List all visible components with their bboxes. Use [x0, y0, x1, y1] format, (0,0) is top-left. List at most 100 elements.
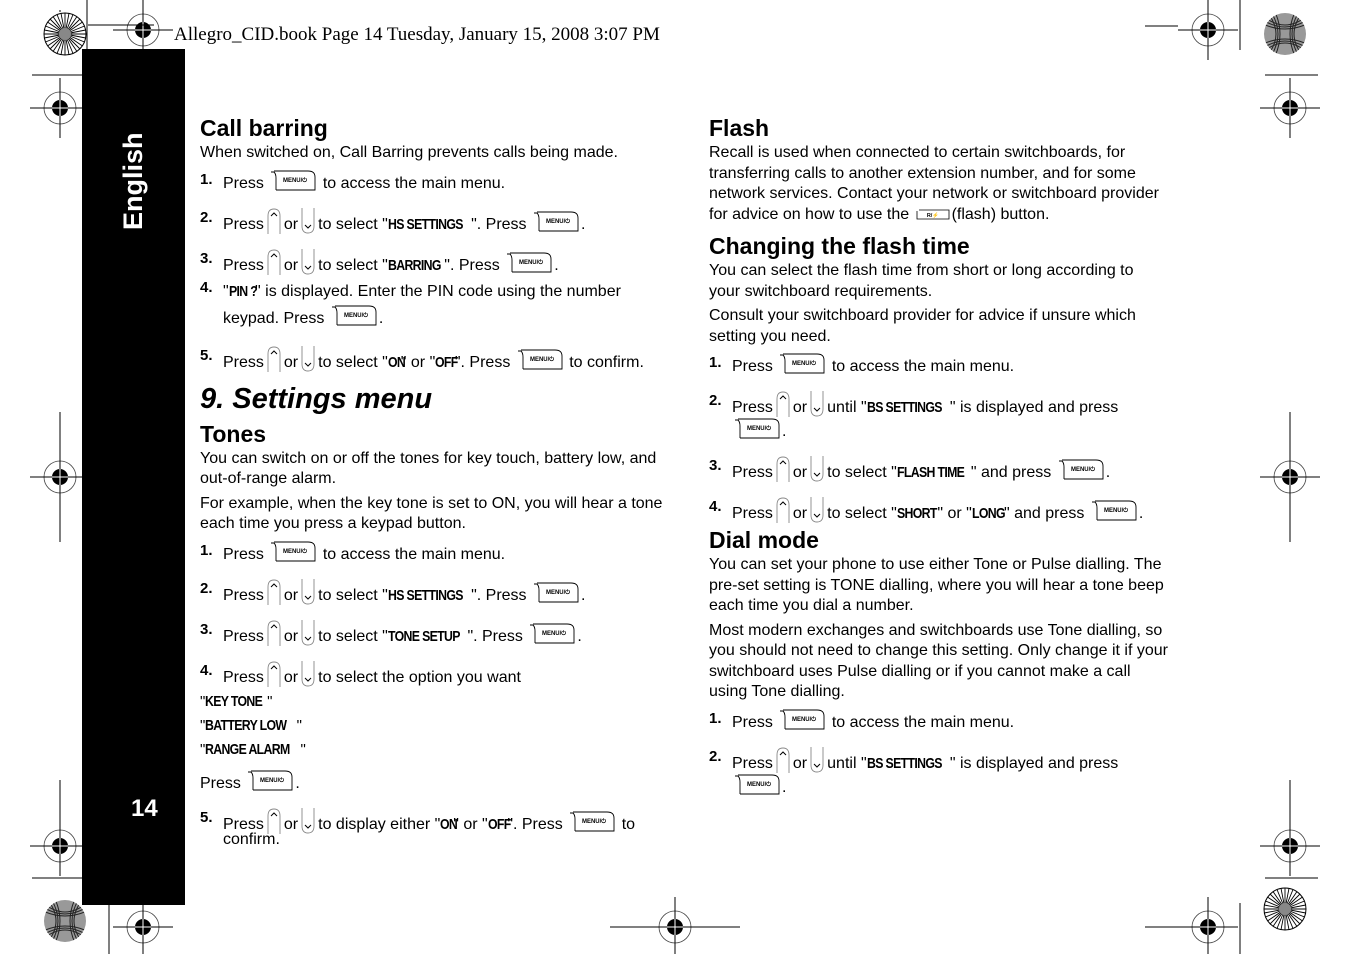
- up-arrow-key-icon: [266, 346, 282, 372]
- lcd-text: BARRING: [387, 256, 441, 274]
- menu-key-icon: [270, 541, 316, 562]
- call-barring-intro: When switched on, Call Barring prevents …: [200, 144, 618, 161]
- lcd-text: LONG: [971, 505, 1006, 522]
- menu-key-icon: [569, 811, 615, 832]
- menu-key-icon: [734, 418, 780, 439]
- step: 2. Press or to select "HS SETTINGS ". Press…: [200, 579, 586, 605]
- tone-options: "KEY TONE " "BATTERY LOW " "RANGE ALARM ": [200, 690, 670, 762]
- up-arrow-key-icon: [266, 620, 282, 646]
- registration-target-icon: [1178, 0, 1238, 60]
- dial-mode-para-2: Most modern exchanges and switchboards u…: [709, 621, 1168, 701]
- up-arrow-key-icon: [266, 661, 282, 687]
- up-arrow-key-icon: [266, 808, 282, 834]
- starburst-registration-icon: [1263, 887, 1307, 931]
- registration-target-icon: [113, 0, 173, 60]
- step: 2. Press or until "BS SETTINGS " is display…: [709, 747, 1119, 796]
- tones-steps-cont: 5. Press or to display either "ON" or "OFF…: [200, 808, 670, 850]
- tones-para-2: For example, when the key tone is set to…: [200, 494, 663, 533]
- menu-key-icon: [779, 709, 825, 730]
- step: 5. Press or to display either "ON" or "OFF…: [200, 808, 636, 848]
- lcd-text: BS SETTINGS: [866, 754, 942, 772]
- step: 2. Press or to select "HS SETTINGS ". Press…: [200, 208, 586, 234]
- menu-key-icon: [270, 170, 316, 191]
- down-arrow-key-icon: [300, 661, 316, 687]
- down-arrow-key-icon: [809, 456, 825, 482]
- lcd-text: OFF: [435, 353, 458, 371]
- right-column: Flash Recall is used when connected to c…: [709, 114, 1169, 812]
- flash-para: Recall is used when connected to certain…: [709, 144, 1159, 223]
- dial-mode-heading: Dial mode: [709, 527, 819, 553]
- menu-key-icon: [1091, 500, 1137, 521]
- registration-target-icon: [1260, 816, 1320, 876]
- step: 4. Press or to select the option you want: [200, 661, 521, 687]
- up-arrow-key-icon: [775, 456, 791, 482]
- registration-target-icon: [30, 816, 90, 876]
- lcd-text: SHORT: [896, 505, 937, 522]
- tones-press-line: Press .: [200, 770, 670, 795]
- dial-mode-steps: 1. Press to access the main menu. 2. Pre…: [709, 709, 1169, 798]
- left-column: Call barring When switched on, Call Barr…: [200, 114, 670, 864]
- tones-para-1: You can switch on or off the tones for k…: [200, 449, 657, 488]
- step: 1. Press to access the main menu.: [200, 170, 506, 192]
- tone-option: "RANGE ALARM ": [200, 740, 306, 758]
- step: 3. Press or to select "FLASH TIME " and pre…: [709, 456, 1111, 482]
- flash-heading: Flash: [709, 115, 770, 141]
- lcd-text: PIN ?: [228, 282, 258, 300]
- up-arrow-key-icon: [266, 579, 282, 605]
- call-barring-steps: 1. Press to access the main menu. 2. Pre…: [200, 170, 670, 373]
- up-arrow-key-icon: [775, 497, 791, 523]
- menu-key-icon: [331, 305, 377, 326]
- step: 5. Press or to select "ON" or "OFF". Press…: [200, 346, 644, 372]
- registration-target-icon: [30, 78, 90, 138]
- down-arrow-key-icon: [809, 391, 825, 417]
- up-arrow-key-icon: [266, 249, 282, 275]
- down-arrow-key-icon: [300, 249, 316, 275]
- step: 3. Press or to select "TONE SETUP ". Press …: [200, 620, 582, 646]
- menu-key-icon: [779, 353, 825, 374]
- up-arrow-key-icon: [266, 208, 282, 234]
- tone-option: "BATTERY LOW ": [200, 716, 302, 734]
- lcd-text: ON: [387, 353, 406, 371]
- menu-key-icon: [533, 582, 579, 603]
- tones-heading: Tones: [200, 420, 267, 447]
- lcd-text: HS SETTINGS: [387, 586, 463, 604]
- step: 3. Press or to select "BARRING ". Press .: [200, 249, 559, 275]
- menu-key-icon: [529, 623, 575, 644]
- step: 1. Press to access the main menu.: [200, 541, 506, 563]
- registration-target-icon: [1178, 897, 1238, 954]
- tones-steps: 1. Press to access the main menu. 2. Pre…: [200, 541, 670, 688]
- menu-key-icon: [517, 349, 563, 370]
- tone-option: "KEY TONE ": [200, 692, 273, 710]
- section-title-settings-menu: 9. Settings menu: [200, 382, 433, 415]
- step: 1. Press to access the main menu.: [709, 353, 1015, 375]
- step: 2. Press or until "BS SETTINGS " is display…: [709, 391, 1119, 440]
- down-arrow-key-icon: [300, 808, 316, 834]
- up-arrow-key-icon: [775, 747, 791, 773]
- menu-key-icon: [1058, 459, 1104, 480]
- menu-key-icon: [506, 252, 552, 273]
- lcd-text: OFF: [487, 816, 511, 833]
- flash-time-para-1: You can select the flash time from short…: [709, 262, 1134, 300]
- menu-key-icon: [533, 211, 579, 232]
- lcd-text: BS SETTINGS: [866, 399, 942, 416]
- step: 4. "PIN ?" is displayed. Enter the PIN c…: [200, 278, 621, 327]
- down-arrow-key-icon: [300, 208, 316, 234]
- registration-target-icon: [113, 897, 173, 954]
- down-arrow-key-icon: [300, 579, 316, 605]
- registration-target-icon: [1260, 78, 1320, 138]
- call-barring-heading: Call barring: [200, 115, 328, 141]
- step: 4. Press or to select "SHORT" or "LONG" an…: [709, 497, 1144, 523]
- down-arrow-key-icon: [809, 747, 825, 773]
- menu-key-icon: [734, 774, 780, 795]
- lcd-text: ON: [440, 816, 458, 833]
- down-arrow-key-icon: [809, 497, 825, 523]
- registration-target-icon: [645, 897, 705, 954]
- lcd-text: FLASH TIME: [896, 464, 965, 481]
- registration-target-icon: [1260, 447, 1320, 507]
- up-arrow-key-icon: [775, 391, 791, 417]
- step: 1. Press to access the main menu.: [709, 709, 1015, 731]
- changing-flash-time-heading: Changing the flash time: [709, 233, 970, 259]
- moire-registration-icon: [43, 899, 87, 943]
- registration-target-icon: [30, 447, 90, 507]
- starburst-registration-icon: [43, 12, 87, 56]
